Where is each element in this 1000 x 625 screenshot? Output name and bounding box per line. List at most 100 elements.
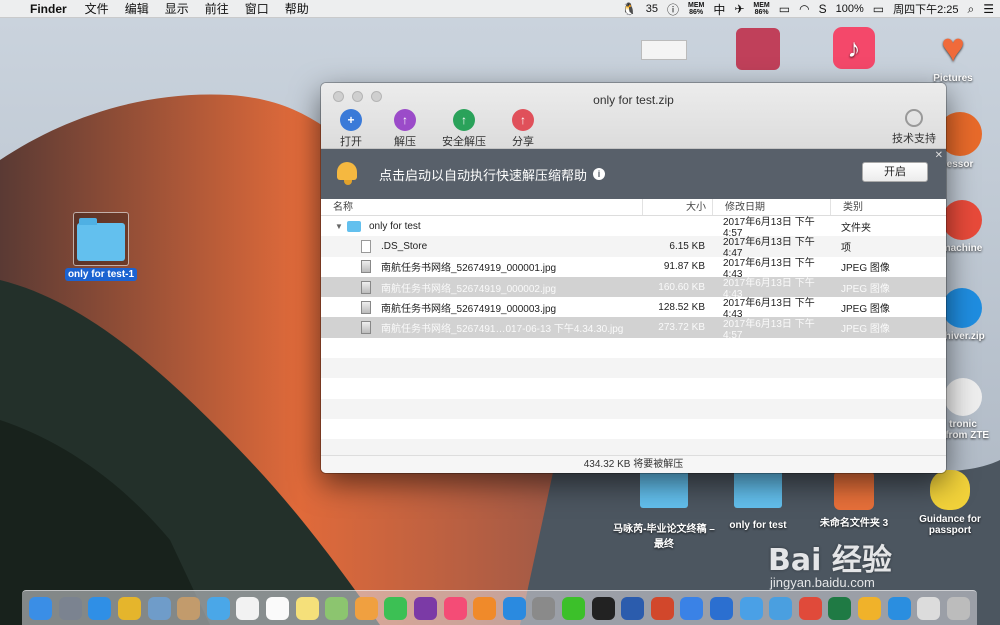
extract-button[interactable]: ↑ 解压 (385, 109, 425, 149)
battery-percent: 100% (835, 3, 864, 15)
banner-close-icon[interactable]: ✕ (935, 150, 943, 161)
help-banner: 点击启动以自动执行快速解压缩帮助 i 开启 ✕ (321, 149, 946, 199)
dock-archiver-icon[interactable] (887, 596, 911, 620)
dock-flight-icon[interactable] (739, 596, 763, 620)
dock-preview-docs-icon[interactable] (917, 596, 941, 620)
archiver-window: only for test.zip + 打开 ↑ 解压 ↑ 安全解压 ↑ 分享 … (321, 83, 946, 473)
dock-ibooks-icon[interactable] (473, 596, 497, 620)
window-title: only for test.zip (593, 93, 674, 107)
dock-word-icon[interactable] (621, 596, 645, 620)
dock-trash-icon[interactable] (946, 596, 970, 620)
dock-finder-icon[interactable] (29, 596, 53, 620)
qq-status-icon[interactable]: 🐧 (622, 2, 637, 16)
flight-status-icon[interactable]: ✈ (734, 2, 744, 16)
dock-app-store-icon[interactable] (502, 596, 526, 620)
desktop-icon-app-red[interactable] (734, 28, 782, 73)
dock-itunes-icon[interactable] (443, 596, 467, 620)
extract-label: 解压 (394, 136, 416, 148)
table-row[interactable]: 南航任务书网络_52674919_000002.jpg 160.60 KB 20… (321, 276, 946, 300)
desktop-icon-document-thumb[interactable] (640, 40, 688, 63)
safe-extract-button[interactable]: ↑ 安全解压 (439, 109, 489, 149)
airplay-icon[interactable]: ▭ (779, 2, 790, 16)
dock-chrome-icon[interactable] (118, 596, 142, 620)
menu-app-name[interactable]: Finder (30, 2, 67, 16)
image-file-icon (361, 280, 371, 294)
open-button[interactable]: + 打开 (331, 109, 371, 149)
window-titlebar: only for test.zip + 打开 ↑ 解压 ↑ 安全解压 ↑ 分享 … (321, 83, 946, 149)
dock-wechat-icon[interactable] (561, 596, 585, 620)
dock-sketch-icon[interactable] (857, 596, 881, 620)
column-header-kind[interactable]: 类别 (831, 199, 946, 215)
palette-icon (944, 378, 982, 416)
tech-support-button[interactable]: 技术支持 (892, 109, 936, 146)
desktop-icon-only-for-test[interactable]: only for test (718, 465, 798, 531)
memory-monitor-2[interactable]: MEM 86% (753, 2, 769, 16)
disclosure-triangle-icon[interactable]: ▼ (335, 222, 347, 231)
dock-preview-icon[interactable] (147, 596, 171, 620)
battery-icon[interactable]: ▭ (873, 2, 884, 16)
clock[interactable]: 周四下午2:25 (893, 1, 958, 17)
table-row[interactable]: 南航任务书网络_5267491…017-06-13 下午4.34.30.jpg … (321, 317, 946, 341)
menu-go[interactable]: 前往 (205, 0, 229, 17)
desktop-icon-guidance-passport[interactable]: Guidance for passport (906, 470, 994, 536)
menu-view[interactable]: 显示 (165, 0, 189, 17)
menu-window[interactable]: 窗口 (245, 0, 269, 17)
dock-baidu-netdisk-icon[interactable] (680, 596, 704, 620)
file-name: only for test (369, 220, 421, 232)
table-row[interactable]: ▼ only for test 2017年6月13日 下午4:57 文件夹 (321, 216, 946, 239)
dock-calendar-icon[interactable] (236, 596, 260, 620)
image-file-icon (361, 321, 371, 335)
dock-mail-icon[interactable] (798, 596, 822, 620)
qq-count: 35 (645, 3, 658, 15)
dock-facetime-icon[interactable] (384, 596, 408, 620)
sync-status-icon[interactable]: S (819, 2, 827, 16)
open-icon: + (340, 109, 362, 131)
file-name: .DS_Store (381, 240, 428, 252)
dock-safari-icon[interactable] (88, 596, 112, 620)
enable-button[interactable]: 开启 (862, 162, 928, 182)
support-icon (905, 109, 923, 127)
file-name: 南航任务书网络_52674919_000003.jpg (381, 303, 557, 315)
notification-center-icon[interactable]: ☰ (983, 2, 994, 16)
desktop-icon-untitled-folder-3[interactable]: 未命名文件夹 3 (812, 470, 896, 529)
table-row[interactable]: 南航任务书网络_52674919_000001.jpg 91.87 KB 201… (321, 257, 946, 280)
menu-file[interactable]: 文件 (85, 0, 109, 17)
dock-system-preferences-icon[interactable] (532, 596, 556, 620)
dock-maps-icon[interactable] (325, 596, 349, 620)
info-status-icon[interactable]: ⓘ (667, 1, 679, 18)
dock-contacts-icon[interactable] (177, 596, 201, 620)
menu-help[interactable]: 帮助 (285, 0, 309, 17)
empty-row (321, 338, 946, 358)
dock-notes-icon[interactable] (295, 596, 319, 620)
desktop-icon-music[interactable]: ♪ (832, 27, 876, 72)
file-table-header: 名称 大小 修改日期 类别 (321, 199, 946, 216)
share-button[interactable]: ↑ 分享 (503, 109, 543, 149)
minion-icon (930, 470, 970, 510)
table-row[interactable]: .DS_Store 6.15 KB 2017年6月13日 下午4:47 项 (321, 236, 946, 259)
input-method-icon[interactable]: 中 (713, 1, 725, 18)
table-row[interactable]: 南航任务书网络_52674919_000003.jpg 128.52 KB 20… (321, 297, 946, 320)
desktop-icon-pictures[interactable]: ♥ Pictures (918, 26, 988, 84)
desktop-folder-only-for-test-1[interactable]: only for test-1 (62, 212, 140, 281)
dock-messages-qq-icon[interactable] (206, 596, 230, 620)
info-icon[interactable]: i (593, 168, 606, 180)
dock-powerpoint-icon[interactable] (650, 596, 674, 620)
file-name: 南航任务书网络_52674919_000001.jpg (381, 263, 557, 275)
memory-monitor-1[interactable]: MEM 86% (688, 2, 704, 16)
dock-onenote-icon[interactable] (414, 596, 438, 620)
menu-edit[interactable]: 编辑 (125, 0, 149, 17)
dock-launchpad-icon[interactable] (58, 596, 82, 620)
column-header-size[interactable]: 大小 (643, 199, 713, 215)
spotlight-icon[interactable]: ⌕ (968, 2, 975, 17)
dock-excel-icon[interactable] (828, 596, 852, 620)
dock-bird-icon[interactable] (769, 596, 793, 620)
dock-reminders-icon[interactable] (266, 596, 290, 620)
column-header-name[interactable]: 名称 (321, 199, 643, 215)
dock-qq-icon[interactable] (591, 596, 615, 620)
wifi-icon[interactable]: ◠ (799, 2, 809, 16)
column-header-date[interactable]: 修改日期 (713, 199, 831, 215)
image-file-icon (361, 260, 371, 274)
desktop-icon-thesis[interactable]: 马咏芮-毕业论文终稿 – 最终 (612, 465, 716, 550)
dock-photos-icon[interactable] (354, 596, 378, 620)
dock-browser-icon[interactable] (709, 596, 733, 620)
